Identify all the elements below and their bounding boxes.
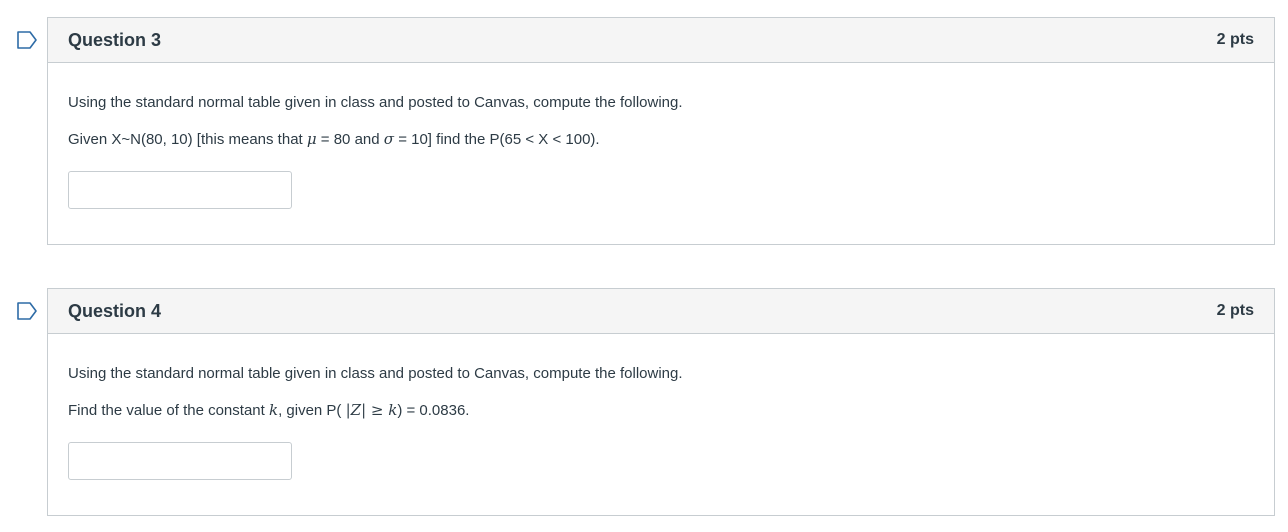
mu-symbol: μ: [306, 130, 317, 148]
sigma-symbol: σ: [383, 130, 395, 148]
flag-question-icon[interactable]: [16, 302, 38, 320]
prompt-text: = 10] find the P(65 < X < 100).: [394, 131, 600, 148]
question-intro: Using the standard normal table given in…: [68, 365, 683, 382]
question-prompt: Find the value of the constant k, given …: [68, 400, 1254, 421]
question-4-card: Question 4 2 pts Using the standard norm…: [47, 288, 1275, 516]
question-header: Question 3 2 pts: [48, 18, 1274, 63]
prompt-text: , given P(: [278, 402, 346, 419]
prompt-text: Given X~N(80, 10) [this means that: [68, 131, 307, 148]
flag-question-icon[interactable]: [16, 31, 38, 49]
question-points: 2 pts: [1216, 302, 1254, 319]
prompt-text: Find the value of the constant: [68, 402, 269, 419]
question-title: Question 4: [68, 300, 162, 321]
question-title: Question 3: [68, 29, 162, 50]
question-points: 2 pts: [1216, 31, 1254, 48]
answer-input[interactable]: [68, 171, 292, 209]
question-body: Using the standard normal table given in…: [48, 334, 1274, 510]
answer-input[interactable]: [68, 442, 292, 480]
k-symbol: k: [268, 401, 279, 419]
prompt-text: ) = 0.0836.: [397, 402, 470, 419]
prompt-text: = 80 and: [316, 131, 384, 148]
question-prompt: Given X~N(80, 10) [this means that μ = 8…: [68, 129, 1254, 150]
question-header: Question 4 2 pts: [48, 289, 1274, 334]
question-3-card: Question 3 2 pts Using the standard norm…: [47, 17, 1275, 245]
abs-z-expression: |Z| ≥ k: [345, 401, 398, 419]
question-body: Using the standard normal table given in…: [48, 63, 1274, 239]
question-intro: Using the standard normal table given in…: [68, 94, 683, 111]
